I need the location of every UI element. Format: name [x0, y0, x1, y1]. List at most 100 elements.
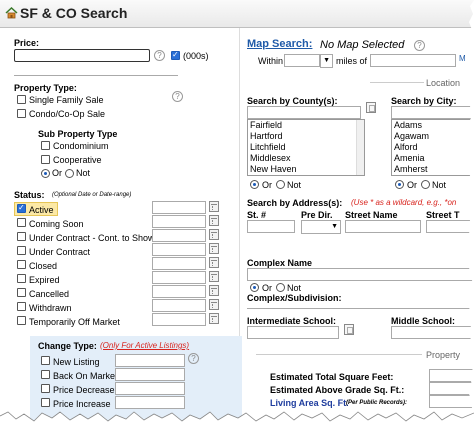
status-closed-checkbox[interactable]	[17, 260, 26, 269]
list-item[interactable]: Amenia	[392, 153, 473, 164]
status-date-input[interactable]	[152, 201, 206, 214]
city-not-radio[interactable]	[421, 180, 430, 189]
calendar-icon[interactable]	[209, 257, 219, 268]
map-help-icon[interactable]: ?	[414, 40, 425, 51]
calendar-icon[interactable]	[209, 229, 219, 240]
map-search-link[interactable]: Map Search:	[247, 38, 312, 50]
list-item[interactable]: Hartford	[248, 131, 364, 142]
change-new-listing-checkbox[interactable]	[41, 356, 50, 365]
list-item[interactable]: Amherst	[392, 164, 473, 175]
status-cancelled-checkbox[interactable]	[17, 288, 26, 297]
status-date-input[interactable]	[152, 271, 206, 284]
city-listbox[interactable]: Adams Agawam Alford Amenia Amherst	[391, 119, 474, 176]
price-input[interactable]	[14, 49, 150, 62]
status-date-input[interactable]	[152, 299, 206, 312]
city-search-input[interactable]	[391, 106, 474, 119]
middle-school-input[interactable]	[391, 326, 474, 339]
sub-or-radio[interactable]	[41, 169, 50, 178]
sub-not-label: Not	[76, 168, 91, 178]
address-col-street-type: Street T	[426, 210, 460, 220]
location-header: Location	[426, 78, 461, 88]
list-item[interactable]: Middlesex	[248, 153, 364, 164]
street-type-input[interactable]	[426, 220, 474, 233]
change-date-input[interactable]	[115, 368, 185, 381]
status-under-contract-checkbox[interactable]	[17, 246, 26, 255]
calendar-icon[interactable]	[209, 299, 219, 310]
property-type-condo-label: Condo/Co-Op Sale	[29, 109, 106, 119]
left-panel: Price: ? (000s) Property Type: ? Single …	[8, 28, 242, 424]
sub-condominium-checkbox[interactable]	[41, 141, 50, 150]
map-link-fragment[interactable]: M	[459, 54, 466, 63]
status-ucc-checkbox[interactable]	[17, 232, 26, 241]
change-price-increase-label: Price Increase	[53, 399, 111, 409]
miles-of-label: miles of	[336, 56, 368, 66]
status-date-input[interactable]	[152, 313, 206, 326]
change-date-input[interactable]	[115, 382, 185, 395]
list-item[interactable]: New Haven	[248, 164, 364, 175]
city-label: Search by City:	[391, 96, 457, 106]
address-col-st-num: St. #	[247, 210, 267, 220]
property-type-condo-checkbox[interactable]	[17, 109, 26, 118]
complex-subdivision-input[interactable]	[247, 303, 474, 309]
complex-or-radio[interactable]	[250, 283, 259, 292]
status-tom-checkbox[interactable]	[17, 316, 26, 325]
county-picker-icon[interactable]	[366, 102, 376, 113]
change-bom-checkbox[interactable]	[41, 370, 50, 379]
change-type-help-icon[interactable]: ?	[188, 353, 199, 364]
calendar-icon[interactable]	[209, 243, 219, 254]
status-date-input[interactable]	[152, 285, 206, 298]
county-listbox[interactable]: Fairfield Hartford Litchfield Middlesex …	[247, 119, 365, 176]
change-date-input[interactable]	[115, 396, 185, 409]
intermediate-school-input[interactable]	[247, 326, 339, 339]
status-date-input[interactable]	[152, 229, 206, 242]
list-item[interactable]: Agawam	[392, 131, 473, 142]
street-number-input[interactable]	[247, 220, 295, 233]
calendar-icon[interactable]	[209, 201, 219, 212]
complex-name-input[interactable]	[247, 268, 474, 281]
sub-cooperative-checkbox[interactable]	[41, 155, 50, 164]
calendar-icon[interactable]	[209, 215, 219, 226]
county-or-radio[interactable]	[250, 180, 259, 189]
property-type-sf-label: Single Family Sale	[29, 95, 104, 105]
status-date-input[interactable]	[152, 243, 206, 256]
pre-dir-dropdown[interactable]: ▼	[301, 220, 341, 234]
change-price-increase-checkbox[interactable]	[41, 398, 50, 407]
list-item[interactable]: Fairfield	[248, 120, 364, 131]
status-withdrawn-checkbox[interactable]	[17, 302, 26, 311]
property-type-sf-checkbox[interactable]	[17, 95, 26, 104]
intermediate-school-picker-icon[interactable]	[344, 324, 354, 335]
list-item[interactable]: Adams	[392, 120, 473, 131]
status-date-input[interactable]	[152, 215, 206, 228]
status-date-input[interactable]	[152, 257, 206, 270]
status-active-checkbox[interactable]	[17, 203, 26, 213]
city-or-radio[interactable]	[395, 180, 404, 189]
calendar-icon[interactable]	[209, 313, 219, 324]
address-col-pre-dir: Pre Dir.	[301, 210, 333, 220]
county-scrollbar[interactable]	[356, 120, 364, 175]
total-sqft-label: Estimated Total Square Feet:	[270, 372, 394, 382]
status-coming-soon-checkbox[interactable]	[17, 218, 26, 227]
property-type-help-icon[interactable]: ?	[172, 91, 183, 102]
list-item[interactable]: Alford	[392, 142, 473, 153]
list-item[interactable]: Litchfield	[248, 142, 364, 153]
calendar-icon[interactable]	[209, 285, 219, 296]
county-search-input[interactable]	[247, 106, 361, 119]
within-miles-input[interactable]	[284, 54, 320, 67]
street-name-input[interactable]	[345, 220, 421, 233]
sub-not-radio[interactable]	[65, 169, 74, 178]
change-price-decrease-checkbox[interactable]	[41, 384, 50, 393]
living-area-sqft-label: Living Area Sq. Ft.	[270, 398, 349, 408]
miles-dropdown[interactable]: ▼	[320, 54, 333, 68]
change-date-input[interactable]	[115, 354, 185, 367]
thousands-checkbox[interactable]	[171, 50, 180, 60]
county-label: Search by County(s):	[247, 96, 338, 106]
complex-not-radio[interactable]	[276, 283, 285, 292]
miles-of-input[interactable]	[370, 54, 456, 67]
price-help-icon[interactable]: ?	[154, 50, 165, 61]
calendar-icon[interactable]	[209, 271, 219, 282]
status-expired-label: Expired	[29, 275, 60, 285]
status-expired-checkbox[interactable]	[17, 274, 26, 283]
window-title: SF & CO Search	[20, 5, 128, 21]
price-max-input[interactable]	[14, 68, 178, 76]
county-not-radio[interactable]	[276, 180, 285, 189]
